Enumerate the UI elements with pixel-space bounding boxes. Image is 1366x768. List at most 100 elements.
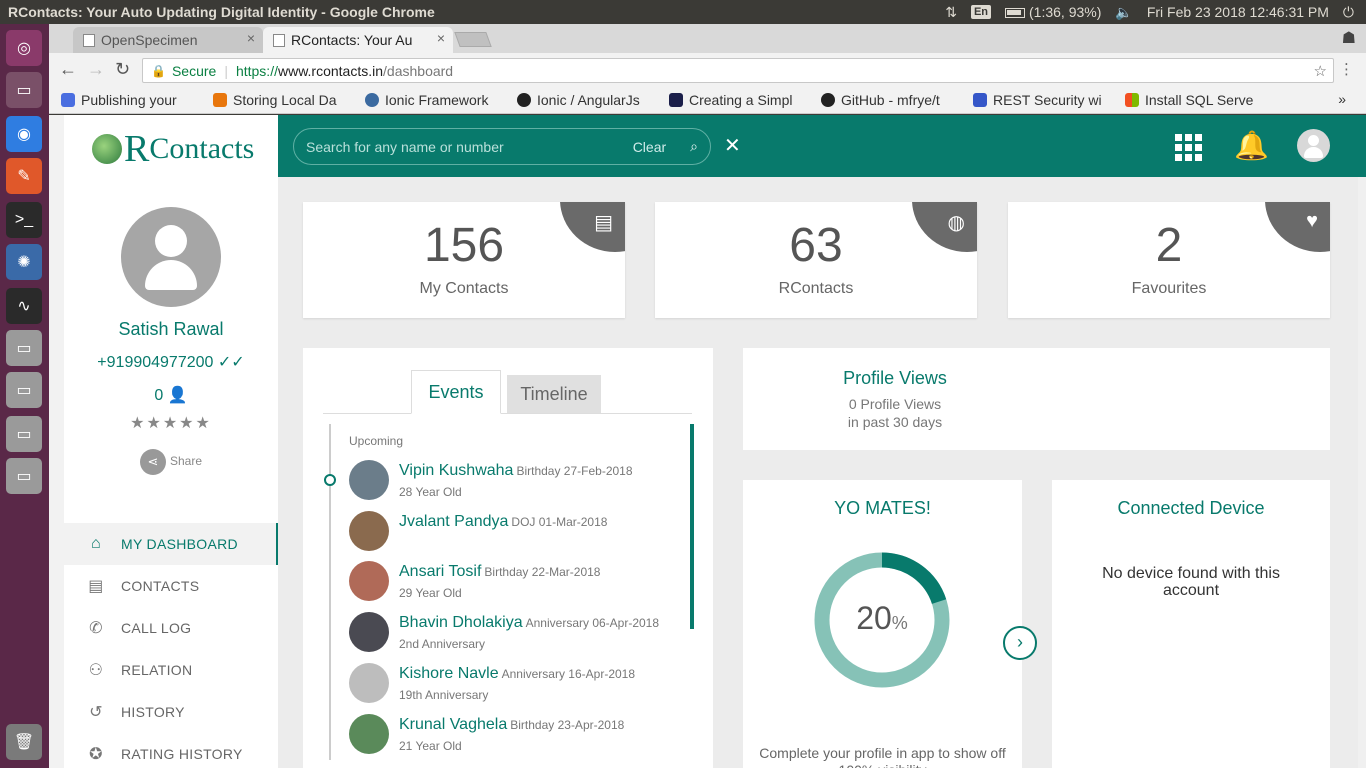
system-tray: ⇅ En (1:36, 93%) 🔈 Fri Feb 23 2018 12:46… bbox=[945, 4, 1366, 21]
new-tab-button[interactable] bbox=[454, 32, 492, 47]
tab-rcontacts[interactable]: RContacts: Your Au × bbox=[263, 27, 453, 53]
contact-name[interactable]: Ansari Tosif bbox=[399, 563, 481, 580]
list-item[interactable]: Bhavin Dholakiya Anniversary 06-Apr-2018 … bbox=[349, 610, 684, 660]
battery-indicator[interactable]: (1:36, 93%) bbox=[1005, 4, 1101, 20]
search-icon[interactable]: ⌕ bbox=[690, 138, 698, 155]
close-icon[interactable]: × bbox=[247, 30, 255, 46]
ubuntu-dash-icon[interactable]: ◎ bbox=[6, 30, 42, 66]
more-bookmarks-icon[interactable]: » bbox=[1338, 91, 1346, 107]
clear-button[interactable]: Clear bbox=[633, 139, 666, 155]
verified-check-icon: ✓✓ bbox=[217, 354, 245, 371]
forward-icon[interactable]: → bbox=[87, 59, 105, 80]
bookmark-item[interactable]: Ionic Framework bbox=[365, 92, 505, 108]
user-avatar[interactable] bbox=[1297, 129, 1330, 162]
keyboard-language[interactable]: En bbox=[970, 5, 991, 19]
bookmark-label: GitHub - mfrye/t bbox=[841, 92, 940, 108]
profile-connections: 0 👤 bbox=[64, 385, 278, 405]
contact-name[interactable]: Krunal Vaghela bbox=[399, 716, 507, 733]
stat-card-my-contacts[interactable]: ▤ 156 My Contacts bbox=[303, 202, 625, 318]
bookmark-item[interactable]: GitHub - mfrye/t bbox=[821, 92, 961, 108]
next-arrow-button[interactable]: › bbox=[1003, 626, 1037, 660]
divider: | bbox=[224, 62, 228, 79]
list-item[interactable]: Ansari Tosif Birthday 22-Mar-2018 29 Year… bbox=[349, 559, 684, 609]
network-icon[interactable]: ⇅ bbox=[945, 4, 957, 21]
drive-icon[interactable]: ▭ bbox=[6, 372, 42, 408]
contact-name[interactable]: Bhavin Dholakiya bbox=[399, 614, 523, 631]
event-sub: 29 Year Old bbox=[399, 586, 462, 600]
contact-card-icon: ▤ bbox=[88, 578, 104, 595]
reload-icon[interactable]: ↻ bbox=[115, 59, 130, 80]
github-icon bbox=[821, 93, 835, 107]
contact-name[interactable]: Vipin Kushwaha bbox=[399, 462, 513, 479]
profile-avatar[interactable] bbox=[121, 207, 221, 307]
person-icon: 👤 bbox=[167, 387, 188, 404]
page-icon bbox=[273, 34, 285, 47]
list-item[interactable]: Vipin Kushwaha Birthday 27-Feb-2018 28 Ye… bbox=[349, 458, 684, 508]
close-icon[interactable]: ✕ bbox=[724, 133, 741, 158]
tools-icon[interactable]: ✎ bbox=[6, 158, 42, 194]
events-list[interactable]: Upcoming Vipin Kushwaha Birthday 27-Feb-2… bbox=[324, 424, 694, 762]
shutter-icon[interactable]: ✺ bbox=[6, 244, 42, 280]
scrollbar[interactable] bbox=[690, 424, 694, 629]
contact-name[interactable]: Jvalant Pandya bbox=[399, 513, 508, 530]
nav-relation[interactable]: ⚇ RELATION bbox=[64, 649, 278, 691]
lock-icon: 🔒 bbox=[151, 63, 166, 78]
tab-events[interactable]: Events bbox=[411, 370, 501, 414]
drive-icon[interactable]: ▭ bbox=[6, 458, 42, 494]
nav-my-dashboard[interactable]: ⌂ MY DASHBOARD bbox=[64, 523, 278, 565]
terminal-icon[interactable]: >_ bbox=[6, 202, 42, 238]
notification-bell-icon[interactable]: 🔔 bbox=[1234, 129, 1269, 162]
bookmark-label: Ionic Framework bbox=[385, 92, 489, 108]
stat-card-favourites[interactable]: ♥ 2 Favourites bbox=[1008, 202, 1330, 318]
bookmark-item[interactable]: REST Security wi bbox=[973, 92, 1113, 108]
nav-contacts[interactable]: ▤ CONTACTS bbox=[64, 565, 278, 607]
bookmark-favicon bbox=[213, 93, 227, 107]
avatar-body bbox=[145, 260, 197, 290]
bookmark-item[interactable]: Publishing your bbox=[61, 92, 201, 108]
menu-icon[interactable]: ⋮ bbox=[1339, 60, 1354, 78]
page-content: R Contacts Satish Rawal +919904977200 ✓✓ … bbox=[49, 115, 1366, 768]
close-icon[interactable]: × bbox=[437, 30, 445, 46]
tab-openspecimen[interactable]: OpenSpecimen × bbox=[73, 27, 263, 53]
event-title: Krunal Vaghela Birthday 23-Apr-2018 bbox=[399, 716, 624, 734]
back-icon[interactable]: ← bbox=[59, 59, 77, 80]
contact-name[interactable]: Kishore Navle bbox=[399, 665, 499, 682]
chrome-icon[interactable]: ◉ bbox=[6, 116, 42, 152]
system-monitor-icon[interactable]: ∿ bbox=[6, 288, 42, 324]
nav-label: MY DASHBOARD bbox=[121, 536, 238, 552]
share-button[interactable]: ⋖ Share bbox=[64, 449, 278, 475]
phone-number: +919904977200 bbox=[97, 354, 214, 371]
list-item[interactable]: Kishore Navle Anniversary 16-Apr-2018 19t… bbox=[349, 661, 684, 711]
drive-icon[interactable]: ▭ bbox=[6, 416, 42, 452]
list-item[interactable]: Jvalant Pandya DOJ 01-Mar-2018 bbox=[349, 509, 684, 559]
bookmark-item[interactable]: Storing Local Da bbox=[213, 92, 353, 108]
bookmark-star-icon[interactable]: ☆ bbox=[1314, 62, 1327, 80]
address-bar[interactable]: 🔒 Secure | https:// www.rcontacts.in /da… bbox=[142, 58, 1334, 83]
page-scrollbar[interactable] bbox=[1358, 177, 1366, 768]
trash-icon[interactable]: 🗑 bbox=[6, 724, 42, 760]
bookmark-item[interactable]: Install SQL Serve bbox=[1125, 92, 1265, 108]
file-manager-icon[interactable]: ▭ bbox=[6, 72, 42, 108]
nav-rating-history[interactable]: ✪ RATING HISTORY bbox=[64, 733, 278, 768]
bookmark-item[interactable]: Ionic / AngularJs bbox=[517, 92, 657, 108]
apps-grid-icon[interactable] bbox=[1175, 134, 1202, 161]
volume-icon[interactable]: 🔈 bbox=[1115, 4, 1132, 21]
user-icon[interactable]: ☗ bbox=[1342, 28, 1356, 48]
avatar bbox=[349, 663, 389, 703]
profile-views-card[interactable]: Profile Views 0 Profile Views in past 30… bbox=[743, 348, 1330, 450]
nav-history[interactable]: ↺ HISTORY bbox=[64, 691, 278, 733]
search-input[interactable]: Search for any name or number Clear ⌕ bbox=[293, 128, 711, 165]
clock[interactable]: Fri Feb 23 2018 12:46:31 PM bbox=[1147, 4, 1329, 20]
url-host: www.rcontacts.in bbox=[277, 62, 384, 79]
connected-device-message: No device found with this account bbox=[1102, 565, 1280, 599]
list-item[interactable]: Krunal Vaghela Birthday 23-Apr-2018 21 Ye… bbox=[349, 712, 684, 762]
stat-card-rcontacts[interactable]: ◍ 63 RContacts bbox=[655, 202, 977, 318]
bookmark-item[interactable]: Creating a Simpl bbox=[669, 92, 809, 108]
drive-icon[interactable]: ▭ bbox=[6, 330, 42, 366]
rcontacts-logo[interactable]: R Contacts bbox=[92, 127, 254, 171]
event-title: Vipin Kushwaha Birthday 27-Feb-2018 bbox=[399, 462, 633, 480]
tab-label: OpenSpecimen bbox=[101, 32, 198, 48]
power-icon[interactable]: ⏻ bbox=[1343, 4, 1354, 21]
nav-call-log[interactable]: ✆ CALL LOG bbox=[64, 607, 278, 649]
tab-timeline[interactable]: Timeline bbox=[507, 375, 601, 413]
